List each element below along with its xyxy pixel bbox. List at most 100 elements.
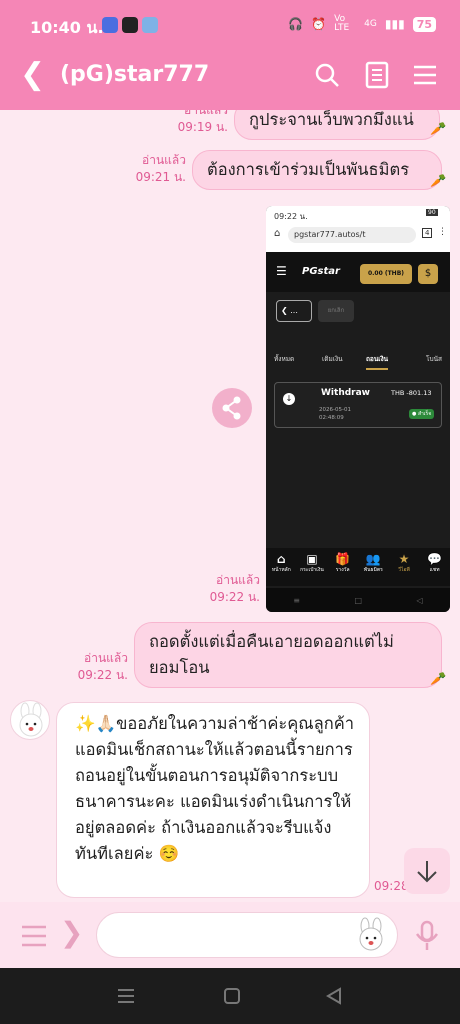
site-logo: PGstar: [302, 266, 340, 277]
message-text: ต้องการเข้าร่วมเป็นพันธมิตร: [207, 160, 410, 179]
menu-icon[interactable]: [410, 60, 440, 90]
embedded-nav-item: 💬 แชท: [422, 548, 448, 586]
signal-icon: ▮▮▮: [384, 17, 405, 31]
embedded-nav-item: ⌂ หน้าหลัก: [268, 548, 294, 586]
share-icon: [222, 396, 241, 420]
wallet-icon: $: [418, 264, 438, 284]
tab-count: 4: [422, 228, 433, 238]
message-bubble[interactable]: ถอดตั้งแต่เมื่อคืนเอายอดออกแต่ไม่ยอมโอน: [134, 622, 442, 688]
message-time: 09:22 น.: [209, 590, 260, 604]
vip-star-icon: ★: [398, 552, 410, 566]
alarm-icon: ⏰: [311, 17, 327, 31]
search-icon[interactable]: [312, 60, 342, 90]
share-button[interactable]: [212, 388, 252, 428]
carrot-sticker-icon: 🥕: [430, 122, 447, 137]
message-input-bar: ❯: [0, 902, 460, 968]
embedded-menu-icon: ☰: [276, 264, 287, 278]
message-input[interactable]: [96, 912, 398, 958]
nav-label: กระเป๋าเงิน: [300, 567, 324, 573]
arrow-down-icon: [417, 861, 437, 883]
embedded-bottom-nav: ⌂ หน้าหลัก ▣ กระเป๋าเงิน 🎁 รางวัล 👥 พันธมิตร…: [266, 548, 450, 586]
recents-icon[interactable]: [116, 986, 136, 1006]
embedded-nav-item: ▣ กระเป๋าเงิน: [299, 548, 325, 586]
withdraw-icon: ↓: [283, 393, 295, 405]
message-meta: อ่านแล้ว 09:22 น.: [70, 650, 128, 684]
back-icon[interactable]: ❮: [20, 58, 45, 92]
embedded-time: 09:22 น.: [274, 212, 308, 221]
battery-level: 75: [412, 16, 436, 32]
back-icon: ◁: [416, 595, 423, 605]
txn-amount: THB -801.13: [391, 389, 432, 397]
message-time: 09:21 น.: [135, 170, 186, 184]
system-nav-bar: [0, 968, 460, 1024]
image-message[interactable]: 09:22 น. 90 ⌂ pgstar777.autos/t 4 ⋮ ☰ PG…: [266, 206, 450, 612]
signal-label: 4G: [364, 19, 377, 29]
message-text: ✨🙏🏻ขออภัยในความล่าช้าค่ะคุณลูกค้า แอดมิน…: [75, 714, 355, 863]
embedded-tab-active: ถอนเงิน: [366, 354, 389, 370]
scroll-to-bottom-button[interactable]: [404, 848, 450, 894]
message-text: กูประจานเว็บพวกมึงแน่: [249, 110, 414, 129]
gift-icon: 🎁: [335, 552, 351, 566]
status-time: 10:40 น.: [30, 18, 104, 37]
nav-label: หน้าหลัก: [271, 567, 291, 573]
message-meta: อ่านแล้ว 09:19 น.: [170, 110, 228, 136]
app-notification-icon: [142, 17, 158, 33]
back-label: ...: [290, 306, 298, 315]
bunny-avatar-icon: [19, 702, 43, 737]
embedded-transaction-card: ↓ Withdraw THB -801.13 2026-05-01 02:48:…: [274, 382, 442, 428]
microphone-icon[interactable]: [414, 920, 440, 952]
sticker-icon[interactable]: [353, 917, 389, 953]
message-meta: อ่านแล้ว 09:22 น.: [200, 572, 260, 606]
message-text: ถอดตั้งแต่เมื่อคืนเอายอดออกแต่ไม่ยอมโอน: [149, 632, 394, 677]
embedded-tab: โบนัส: [426, 355, 443, 363]
txn-status: ● สำเร็จ: [409, 409, 435, 419]
home-icon: □: [354, 595, 363, 605]
embedded-site-header: ☰ PGstar 0.00 (THB) $: [266, 252, 450, 292]
headphones-icon: 🎧: [288, 17, 304, 31]
url-text: pgstar777.autos/t: [294, 230, 366, 239]
back-icon[interactable]: [324, 986, 344, 1006]
read-receipt: อ่านแล้ว: [184, 110, 228, 117]
nav-label: แชท: [429, 567, 440, 573]
embedded-back-button: ❮ ...: [276, 300, 312, 322]
carrot-sticker-icon: 🥕: [430, 174, 447, 189]
embedded-nav-item: ★ วีไอพี: [391, 548, 417, 586]
home-icon: ⌂: [277, 552, 286, 566]
embedded-nav-item: 🎁 รางวัล: [330, 548, 356, 586]
txn-date: 2026-05-01: [319, 407, 351, 413]
embedded-browser-bar: 09:22 น. 90 ⌂ pgstar777.autos/t 4 ⋮: [266, 206, 450, 252]
notification-icons: [102, 17, 158, 33]
read-receipt: อ่านแล้ว: [84, 651, 128, 665]
app-notification-icon: [122, 17, 138, 33]
volte-label: Vo LTE: [334, 14, 350, 33]
home-icon: ⌂: [274, 228, 281, 239]
menu-icon: ≡: [293, 595, 300, 605]
txn-clock: 02:48:09: [319, 415, 344, 421]
message-bubble[interactable]: ต้องการเข้าร่วมเป็นพันธมิตร: [192, 150, 442, 190]
embedded-nav-item: 👥 พันธมิตร: [360, 548, 386, 586]
embedded-filter: ยกเลิก: [318, 300, 354, 322]
txn-type: Withdraw: [321, 388, 370, 398]
wallet-icon: ▣: [306, 552, 318, 566]
chat-area[interactable]: อ่านแล้ว 09:19 น. กูประจานเว็บพวกมึงแน่ …: [0, 110, 460, 902]
notes-icon[interactable]: [362, 60, 392, 90]
status-bar: 10:40 น. 🎧 ⏰ Vo LTE 4G ▮▮▮ 75: [0, 0, 460, 42]
chevron-right-icon[interactable]: ❯: [60, 916, 83, 949]
read-receipt: อ่านแล้ว: [216, 573, 260, 587]
embedded-url: pgstar777.autos/t: [288, 227, 416, 243]
chat-title: (pG)star777: [60, 62, 210, 87]
message-time: 09:19 น.: [177, 120, 228, 134]
embedded-tabs: ทั้งหมด เติมเงิน ถอนเงิน โบนัส: [266, 354, 450, 374]
embedded-balance: 0.00 (THB): [360, 264, 412, 284]
incoming-message-bubble[interactable]: ✨🙏🏻ขออภัยในความล่าช้าค่ะคุณลูกค้า แอดมิน…: [56, 702, 370, 898]
message-bubble[interactable]: กูประจานเว็บพวกมึงแน่: [234, 110, 440, 140]
avatar[interactable]: [10, 700, 50, 740]
carrot-sticker-icon: 🥕: [430, 672, 447, 687]
chat-header: ❮ (pG)star777: [0, 42, 460, 110]
menu-icon[interactable]: [20, 922, 48, 950]
home-icon[interactable]: [222, 986, 242, 1006]
message-meta: อ่านแล้ว 09:21 น.: [128, 152, 186, 186]
embedded-battery: 90: [426, 209, 438, 216]
more-icon: ⋮: [438, 227, 447, 237]
read-receipt: อ่านแล้ว: [142, 153, 186, 167]
